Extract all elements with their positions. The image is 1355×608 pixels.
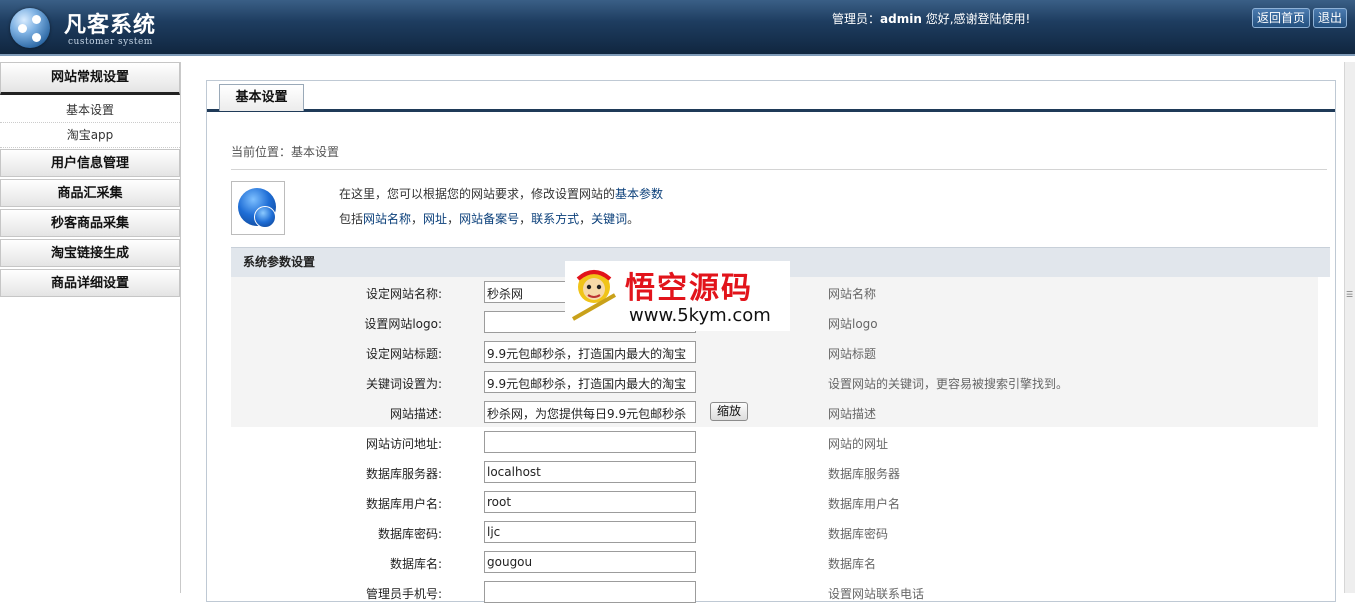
label-site-logo: 设置网站logo: <box>364 317 442 331</box>
label-db-name: 数据库名: <box>389 557 442 571</box>
hint-site-logo: 网站logo <box>828 317 878 331</box>
admin-phone-input[interactable] <box>484 581 696 603</box>
row-keywords: 关键词设置为: 9.9元包邮秒杀，打造国内最大的淘宝 设置网站的关键词，更容易被… <box>231 368 1318 398</box>
row-site-url: 网站访问地址: 网站的网址 <box>231 428 1318 458</box>
label-description: 网站描述: <box>389 407 442 421</box>
hint-db-server: 数据库服务器 <box>828 467 901 481</box>
hint-db-user: 数据库用户名 <box>828 497 901 511</box>
watermark-logo: 悟空源码 www.5kym.com <box>565 261 790 331</box>
sidebar-section-site-settings[interactable]: 网站常规设置 <box>0 62 180 95</box>
settings-globe-icon <box>231 181 285 235</box>
db-user-input[interactable]: root <box>484 491 696 513</box>
zoom-button[interactable]: 缩放 <box>710 402 748 421</box>
site-url-input[interactable] <box>484 431 696 453</box>
sidebar-section-product-collect[interactable]: 商品汇采集 <box>0 179 180 207</box>
intro-line-2: 包括网站名称，网址，网站备案号，联系方式，关键词。 <box>339 212 640 226</box>
top-header: 凡客系统 customer system 管理员：admin 您好,感谢登陆使用… <box>0 0 1355 56</box>
db-server-input[interactable]: localhost <box>484 461 696 483</box>
divider <box>231 169 1327 170</box>
db-name-input[interactable]: gougou <box>484 551 696 573</box>
sidebar-item-basic-settings[interactable]: 基本设置 <box>0 98 180 123</box>
site-title-input[interactable]: 9.9元包邮秒杀，打造国内最大的淘宝 <box>484 341 696 363</box>
intro-line-1: 在这里，您可以根据您的网站要求，修改设置网站的基本参数 <box>339 187 664 201</box>
label-site-title: 设定网站标题: <box>365 347 442 361</box>
row-db-server: 数据库服务器: localhost 数据库服务器 <box>231 458 1318 488</box>
hint-site-title: 网站标题 <box>828 347 877 361</box>
admin-username: admin <box>880 12 922 26</box>
watermark-title: 悟空源码 <box>625 271 753 306</box>
label-admin-phone: 管理员手机号: <box>365 587 442 601</box>
label-site-url: 网站访问地址: <box>365 437 442 451</box>
logout-button[interactable]: 退出 <box>1313 8 1348 28</box>
sidebar-section-user-management[interactable]: 用户信息管理 <box>0 149 180 177</box>
label-db-server: 数据库服务器: <box>365 467 442 481</box>
label-db-user: 数据库用户名: <box>365 497 442 511</box>
label-site-name: 设定网站名称: <box>365 287 442 301</box>
row-description: 网站描述: 秒杀网，为您提供每日9.9元包邮秒杀 缩放 网站描述 <box>231 398 1318 428</box>
link-contact[interactable]: 联系方式 <box>531 212 579 226</box>
row-db-password: 数据库密码: ljc 数据库密码 <box>231 518 1318 548</box>
link-site-url[interactable]: 网址 <box>423 212 447 226</box>
tab-basic-settings[interactable]: 基本设置 <box>219 84 304 111</box>
sidebar: 网站常规设置 基本设置 淘宝app 用户信息管理 商品汇采集 秒客商品采集 淘宝… <box>0 62 181 593</box>
db-password-input[interactable]: ljc <box>484 521 696 543</box>
hint-db-name: 数据库名 <box>828 557 877 571</box>
sidebar-section-product-detail[interactable]: 商品详细设置 <box>0 269 180 297</box>
watermark-url: www.5kym.com <box>629 305 771 326</box>
vertical-scrollbar[interactable]: ☰ <box>1344 62 1355 593</box>
hint-site-url: 网站的网址 <box>828 437 889 451</box>
app-title: 凡客系统 <box>64 13 157 38</box>
tab-bar: 基本设置 <box>207 81 1335 112</box>
link-icp-number[interactable]: 网站备案号 <box>459 212 519 226</box>
app-subtitle: customer system <box>68 37 153 47</box>
label-keywords: 关键词设置为: <box>365 377 442 391</box>
link-keywords[interactable]: 关键词 <box>591 212 627 226</box>
row-site-title: 设定网站标题: 9.9元包邮秒杀，打造国内最大的淘宝 网站标题 <box>231 338 1318 368</box>
content-frame: 基本设置 当前位置：基本设置 在这里，您可以根据您的网站要求，修改设置网站的基本… <box>206 80 1336 603</box>
hint-site-name: 网站名称 <box>828 287 877 301</box>
home-button[interactable]: 返回首页 <box>1252 8 1311 28</box>
sidebar-section-taobao-link[interactable]: 淘宝链接生成 <box>0 239 180 267</box>
logo-icon <box>10 8 50 48</box>
sidebar-item-taobao-app[interactable]: 淘宝app <box>0 123 180 148</box>
label-db-password: 数据库密码: <box>377 527 442 541</box>
monkey-king-icon <box>572 270 616 321</box>
sidebar-section-miaoke-collect[interactable]: 秒客商品采集 <box>0 209 180 237</box>
hint-keywords: 设置网站的关键词，更容易被搜索引擎找到。 <box>828 377 1069 391</box>
keywords-input[interactable]: 9.9元包邮秒杀，打造国内最大的淘宝 <box>484 371 696 393</box>
hint-db-password: 数据库密码 <box>828 527 889 541</box>
breadcrumb: 当前位置：基本设置 <box>231 145 340 159</box>
hint-description: 网站描述 <box>828 407 877 421</box>
row-db-name: 数据库名: gougou 数据库名 <box>231 548 1318 578</box>
row-db-user: 数据库用户名: root 数据库用户名 <box>231 488 1318 518</box>
welcome-text: 管理员：admin 您好,感谢登陆使用! <box>832 12 1031 26</box>
row-admin-phone: 管理员手机号: 设置网站联系电话 <box>231 578 1318 608</box>
hint-admin-phone: 设置网站联系电话 <box>828 587 925 601</box>
link-basic-params[interactable]: 基本参数 <box>615 187 663 201</box>
description-input[interactable]: 秒杀网，为您提供每日9.9元包邮秒杀 <box>484 401 696 423</box>
scroll-grip-icon: ☰ <box>1346 290 1354 299</box>
link-site-name[interactable]: 网站名称 <box>363 212 411 226</box>
